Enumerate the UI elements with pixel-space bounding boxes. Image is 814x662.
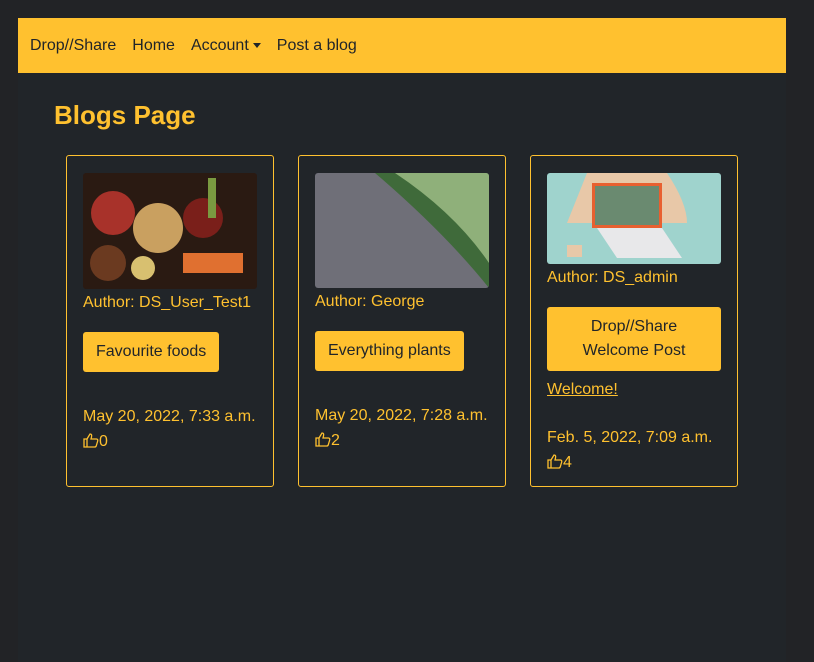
author: Author: DS_User_Test1 xyxy=(83,294,252,311)
navbar: Drop//Share Home Account Post a blog xyxy=(18,18,786,73)
thumbs-up-icon[interactable] xyxy=(547,453,563,469)
nav-account-dropdown[interactable]: Account xyxy=(191,37,261,55)
date: May 20, 2022, 7:28 a.m. xyxy=(315,407,488,424)
thumbs-up-icon[interactable] xyxy=(315,431,331,447)
blog-link[interactable]: Welcome! xyxy=(547,381,721,399)
like-count: 4 xyxy=(563,454,572,471)
blog-title-button[interactable]: Everything plants xyxy=(315,331,464,371)
blog-image-food xyxy=(83,173,257,289)
blog-card: Author: George Everything plants May 20,… xyxy=(298,155,506,487)
page-title: Blogs Page xyxy=(54,100,196,130)
brand-link[interactable]: Drop//Share xyxy=(30,37,116,55)
blog-card: Author: DS_admin Drop//Share Welcome Pos… xyxy=(530,155,738,487)
author: Author: DS_admin xyxy=(547,269,678,286)
nav-post-blog[interactable]: Post a blog xyxy=(277,37,357,55)
blog-image-laptop xyxy=(547,173,721,264)
thumbs-up-icon[interactable] xyxy=(83,432,99,448)
like-count: 2 xyxy=(331,432,340,449)
date: Feb. 5, 2022, 7:09 a.m. xyxy=(547,429,713,446)
like-count: 0 xyxy=(99,433,108,450)
blog-image-ivy xyxy=(315,173,489,288)
blog-title-button[interactable]: Favourite foods xyxy=(83,332,220,372)
blog-title-button[interactable]: Drop//Share Welcome Post xyxy=(547,307,721,371)
page: Drop//Share Home Account Post a blog Blo… xyxy=(18,18,786,662)
caret-down-icon xyxy=(252,43,261,48)
nav-home[interactable]: Home xyxy=(132,37,175,55)
nav-account-label: Account xyxy=(190,36,249,54)
author: Author: George xyxy=(315,293,425,310)
date: May 20, 2022, 7:33 a.m. xyxy=(83,408,256,425)
blog-card: Author: DS_User_Test1 Favourite foods Ma… xyxy=(66,155,274,487)
